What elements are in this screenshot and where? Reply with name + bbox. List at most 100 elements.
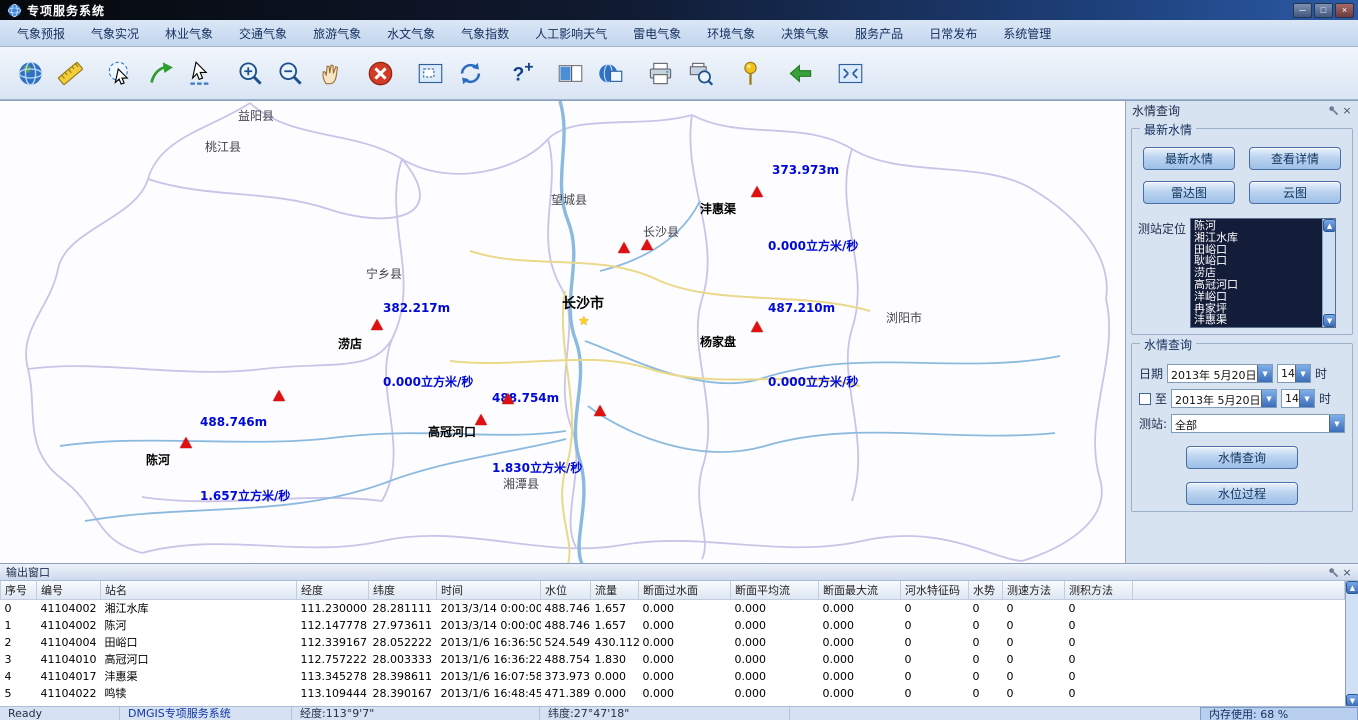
- column-header[interactable]: 水势: [969, 581, 1003, 600]
- station-marker-icon[interactable]: [273, 390, 285, 401]
- scroll-up-icon[interactable]: ▲: [1323, 219, 1336, 232]
- menu-item[interactable]: 服务产品: [842, 20, 916, 47]
- date-from-select[interactable]: 2013年 5月20日▼: [1167, 364, 1273, 383]
- close-button[interactable]: ×: [1335, 3, 1354, 18]
- column-header[interactable]: 断面最大流: [819, 581, 901, 600]
- station-list-item[interactable]: 沣惠渠: [1194, 314, 1321, 326]
- station-marker-icon[interactable]: [594, 405, 606, 416]
- column-header[interactable]: 站名: [101, 581, 297, 600]
- latest-water-button[interactable]: 最新水情: [1143, 147, 1235, 170]
- table-row[interactable]: 241104004田峪口112.33916728.0522222013/1/6 …: [1, 634, 1345, 651]
- hour-to-select[interactable]: 14▼: [1281, 389, 1315, 408]
- print-preview-icon[interactable]: [682, 53, 718, 93]
- table-row[interactable]: 541104022鸣犊113.10944428.3901672013/1/6 1…: [1, 685, 1345, 702]
- zoom-in-icon[interactable]: [232, 53, 268, 93]
- station-marker-icon[interactable]: [618, 242, 630, 253]
- table-row[interactable]: 141104002陈河112.14777827.9736112013/3/14 …: [1, 617, 1345, 634]
- column-header[interactable]: 测速方法: [1003, 581, 1065, 600]
- station-listbox[interactable]: 陈河 湘江水库 田峪口 耿峪口 涝店 高冠河口 洋峪口 冉家坪: [1190, 218, 1336, 328]
- to-date-checkbox[interactable]: [1139, 393, 1151, 405]
- zoom-window-icon[interactable]: [412, 53, 448, 93]
- refresh-icon[interactable]: [452, 53, 488, 93]
- select-features-icon[interactable]: [182, 53, 218, 93]
- output-scrollbar[interactable]: ▲ ▼: [1345, 581, 1358, 707]
- menu-item[interactable]: 旅游气象: [300, 20, 374, 47]
- station-select[interactable]: 全部▼: [1171, 414, 1345, 433]
- table-row[interactable]: 041104002湘江水库111.23000028.2811112013/3/1…: [1, 600, 1345, 617]
- menu-item[interactable]: 系统管理: [990, 20, 1064, 47]
- menu-item[interactable]: 决策气象: [768, 20, 842, 47]
- overview-map-icon[interactable]: [592, 53, 628, 93]
- table-cell: 0.000: [639, 685, 731, 702]
- water-level-process-button[interactable]: 水位过程: [1186, 482, 1298, 505]
- column-header[interactable]: 水位: [541, 581, 591, 600]
- menu-item[interactable]: 交通气象: [226, 20, 300, 47]
- column-header[interactable]: 时间: [437, 581, 541, 600]
- print-icon[interactable]: [642, 53, 678, 93]
- station-list-item[interactable]: 湘江水库: [1194, 232, 1321, 244]
- station-marker-icon[interactable]: [475, 414, 487, 425]
- pin-icon[interactable]: [1326, 565, 1340, 579]
- menu-item[interactable]: 水文气象: [374, 20, 448, 47]
- column-header[interactable]: 断面过水面: [639, 581, 731, 600]
- chevron-down-icon[interactable]: ▼: [1299, 390, 1314, 407]
- station-marker-icon[interactable]: [502, 393, 514, 404]
- menu-item[interactable]: 气象实况: [78, 20, 152, 47]
- column-header[interactable]: 测积方法: [1065, 581, 1133, 600]
- identify-arrow-icon[interactable]: [142, 53, 178, 93]
- previous-view-icon[interactable]: [782, 53, 818, 93]
- full-extent-icon[interactable]: [832, 53, 868, 93]
- globe-tool-icon[interactable]: [12, 53, 48, 93]
- station-marker-icon[interactable]: [751, 186, 763, 197]
- column-header[interactable]: 断面平均流: [731, 581, 819, 600]
- map-view[interactable]: 益阳县 桃江县 望城县 长沙县 宁乡县 浏阳市 湘潭县 沣惠渠 涝店 杨家盘 高…: [0, 100, 1125, 563]
- cloud-image-button[interactable]: 云图: [1249, 181, 1341, 204]
- list-scrollbar[interactable]: ▲ ▼: [1322, 219, 1335, 327]
- station-marker-icon[interactable]: [180, 437, 192, 448]
- column-header[interactable]: 编号: [37, 581, 101, 600]
- scroll-down-icon[interactable]: ▼: [1323, 314, 1336, 327]
- menu-item[interactable]: 日常发布: [916, 20, 990, 47]
- menu-item[interactable]: 气象指数: [448, 20, 522, 47]
- view-details-button[interactable]: 查看详情: [1249, 147, 1341, 170]
- chevron-down-icon[interactable]: ▼: [1295, 365, 1310, 382]
- select-by-circle-icon[interactable]: [102, 53, 138, 93]
- minimize-button[interactable]: ─: [1293, 3, 1312, 18]
- water-query-button[interactable]: 水情查询: [1186, 446, 1298, 469]
- panel-close-icon[interactable]: ×: [1340, 104, 1354, 118]
- station-marker-icon[interactable]: [371, 319, 383, 330]
- menu-item[interactable]: 气象预报: [4, 20, 78, 47]
- station-list-item[interactable]: 高冠河口: [1194, 279, 1321, 291]
- layer-swipe-icon[interactable]: [552, 53, 588, 93]
- measure-tool-icon[interactable]: [52, 53, 88, 93]
- radar-chart-button[interactable]: 雷达图: [1143, 181, 1235, 204]
- column-header[interactable]: 河水特征码: [901, 581, 969, 600]
- clear-delete-icon[interactable]: [362, 53, 398, 93]
- column-header[interactable]: 纬度: [369, 581, 437, 600]
- maximize-button[interactable]: □: [1314, 3, 1333, 18]
- chevron-down-icon[interactable]: ▼: [1257, 365, 1272, 382]
- pin-icon[interactable]: [1326, 104, 1340, 118]
- menu-item[interactable]: 人工影响天气: [522, 20, 620, 47]
- chevron-down-icon[interactable]: ▼: [1261, 390, 1276, 407]
- output-close-icon[interactable]: ×: [1340, 565, 1354, 579]
- scroll-up-icon[interactable]: ▲: [1346, 581, 1358, 594]
- column-header[interactable]: 序号: [1, 581, 37, 600]
- table-row[interactable]: 441104017沣惠渠113.34527828.3986112013/1/6 …: [1, 668, 1345, 685]
- station-marker-icon[interactable]: [641, 239, 653, 250]
- help-identify-icon[interactable]: ?: [502, 53, 538, 93]
- station-marker-icon[interactable]: [751, 321, 763, 332]
- table-row[interactable]: 341104010高冠河口112.75722228.0033332013/1/6…: [1, 651, 1345, 668]
- hour-from-select[interactable]: 14▼: [1277, 364, 1311, 383]
- locate-pin-icon[interactable]: [732, 53, 768, 93]
- menu-item[interactable]: 林业气象: [152, 20, 226, 47]
- chevron-down-icon[interactable]: ▼: [1329, 415, 1344, 432]
- zoom-out-icon[interactable]: [272, 53, 308, 93]
- menu-item[interactable]: 雷电气象: [620, 20, 694, 47]
- date-to-select[interactable]: 2013年 5月20日▼: [1171, 389, 1277, 408]
- station-list-item[interactable]: 洋峪口: [1194, 291, 1321, 303]
- menu-item[interactable]: 环境气象: [694, 20, 768, 47]
- column-header[interactable]: 流量: [591, 581, 639, 600]
- column-header[interactable]: 经度: [297, 581, 369, 600]
- pan-hand-icon[interactable]: [312, 53, 348, 93]
